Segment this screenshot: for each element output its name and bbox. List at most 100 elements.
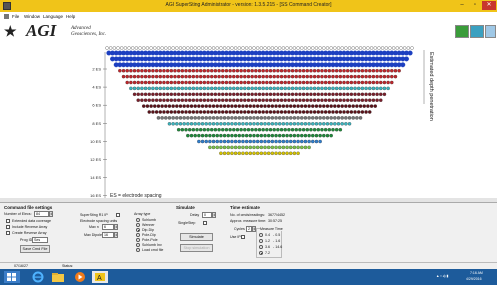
data-point <box>309 92 313 97</box>
create-reverse-checkbox[interactable] <box>6 231 10 235</box>
data-point <box>239 74 243 79</box>
minimize-button[interactable]: – <box>456 1 468 10</box>
data-point <box>307 145 311 150</box>
logo-mark-icon: ★ <box>4 23 17 39</box>
menu-icon[interactable] <box>485 25 496 38</box>
electrode-marker <box>197 46 201 50</box>
data-point <box>283 80 287 85</box>
data-point <box>254 86 258 91</box>
array-type-radio[interactable] <box>136 243 140 247</box>
data-point <box>364 80 368 85</box>
measure-time-radio[interactable] <box>259 233 263 237</box>
delay-input[interactable]: 0 <box>202 212 212 218</box>
grid-icon[interactable] <box>470 25 484 38</box>
agi-app-icon[interactable]: A <box>92 271 108 283</box>
data-point <box>246 110 251 114</box>
data-point <box>397 68 401 73</box>
num-elecs-input[interactable]: 84 <box>34 211 49 217</box>
data-point <box>169 110 174 114</box>
menu-language[interactable]: Language <box>43 14 63 19</box>
data-point <box>154 68 159 73</box>
data-point <box>193 122 197 126</box>
maximize-button[interactable]: ▫ <box>469 1 481 10</box>
data-point <box>265 92 269 97</box>
array-type-option-label: Load cmd file <box>142 248 164 252</box>
menu-window[interactable]: Window <box>24 14 40 19</box>
data-point <box>325 116 330 120</box>
data-point <box>379 68 383 73</box>
reverse-checkbox[interactable] <box>6 225 10 229</box>
data-point <box>349 86 354 91</box>
supersting-rx-checkbox[interactable] <box>116 213 120 217</box>
data-point <box>246 86 251 91</box>
array-type-radio[interactable] <box>136 248 140 252</box>
array-type-radio[interactable] <box>136 233 140 237</box>
data-point <box>296 104 300 108</box>
max-dipole-stepper[interactable]: ⇕ <box>114 232 118 238</box>
data-point <box>270 139 275 144</box>
data-point <box>312 98 317 102</box>
data-point <box>191 98 196 102</box>
data-point <box>279 86 284 91</box>
menu-file[interactable]: File <box>12 14 19 19</box>
data-point <box>318 116 322 120</box>
max-n-stepper[interactable]: ⇕ <box>114 224 118 230</box>
max-n-input[interactable]: 6 <box>102 224 114 230</box>
array-type-radio[interactable] <box>136 218 140 222</box>
stop-simulation-button[interactable]: Stop simulation <box>180 244 213 252</box>
electrode-marker <box>244 46 249 50</box>
measure-time-radio[interactable] <box>259 251 263 255</box>
close-button[interactable]: ✕ <box>482 1 496 10</box>
extended-checkbox[interactable] <box>6 219 10 223</box>
array-type-radio[interactable] <box>136 223 140 227</box>
media-player-icon[interactable] <box>72 271 88 283</box>
data-point <box>230 104 234 108</box>
simulate-button[interactable]: Simulate <box>180 233 213 241</box>
electrode-marker <box>285 46 289 50</box>
document-icon[interactable] <box>4 14 9 19</box>
save-cmd-file-button[interactable]: Save Cmd File <box>20 245 50 253</box>
data-point <box>272 127 276 132</box>
data-point <box>254 98 258 102</box>
array-type-radio[interactable] <box>136 238 140 242</box>
use-ip-checkbox[interactable] <box>241 235 245 239</box>
menu-help[interactable]: Help <box>66 14 75 19</box>
data-point <box>206 127 210 132</box>
array-type-radio[interactable] <box>136 228 140 232</box>
data-point <box>200 116 205 120</box>
internet-explorer-icon[interactable] <box>30 271 46 283</box>
delay-stepper[interactable]: ⇕ <box>212 212 216 218</box>
data-point <box>390 80 394 85</box>
data-point <box>217 92 221 97</box>
data-point <box>230 116 234 120</box>
data-point <box>222 151 227 156</box>
num-elecs-stepper[interactable]: ⇕ <box>49 211 53 217</box>
electrode-marker <box>200 46 205 50</box>
windows-start-icon[interactable] <box>4 271 20 283</box>
data-point <box>316 98 321 102</box>
data-point <box>364 74 368 79</box>
file-explorer-icon[interactable] <box>50 271 66 283</box>
data-point <box>265 110 269 114</box>
measure-time-radio[interactable] <box>259 239 263 243</box>
data-point <box>250 127 254 132</box>
data-point <box>316 110 321 114</box>
data-point <box>268 80 273 85</box>
data-point <box>288 104 293 108</box>
electrode-marker <box>189 46 194 50</box>
tray-icons[interactable]: ▲ ▪ ◂) ▮ <box>436 274 448 278</box>
data-point <box>235 74 240 79</box>
ground-view-icon[interactable] <box>455 25 469 38</box>
max-dipole-input[interactable]: 16 <box>102 232 114 238</box>
data-point <box>327 98 332 102</box>
data-point <box>202 127 207 132</box>
prog-id-input[interactable]: Ses <box>32 237 48 243</box>
data-point <box>208 104 212 108</box>
measure-time-radio[interactable] <box>259 245 263 249</box>
data-point <box>250 74 254 79</box>
data-point <box>257 74 262 79</box>
data-point <box>222 139 227 144</box>
single-step-checkbox[interactable] <box>203 221 207 225</box>
data-point <box>257 127 262 132</box>
readings-label: No. of cmds/readings: <box>230 213 265 217</box>
